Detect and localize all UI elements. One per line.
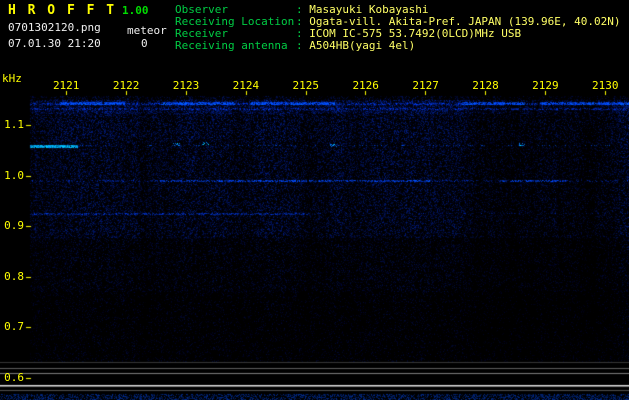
y-tick-label: 0.9 bbox=[4, 219, 24, 233]
y-axis-unit-label: kHz bbox=[2, 72, 22, 85]
y-tick-label: 1.1 bbox=[4, 118, 24, 131]
x-tick-label: 2123 bbox=[172, 79, 200, 92]
x-tick-label: 2122 bbox=[112, 79, 140, 92]
hrofft-window: H R O F F T 1.00 0701302120.png meteor 0… bbox=[0, 0, 629, 400]
y-tick-label: 0.6 bbox=[4, 371, 24, 384]
meteor-counter-value: 0 bbox=[141, 37, 148, 50]
info-label: Receiving antenna bbox=[175, 39, 288, 52]
y-tick-label: 0.8 bbox=[4, 269, 24, 283]
spectrogram-canvas bbox=[0, 70, 629, 400]
info-row-receiving-antenna: Receiving antenna: A504HB(yagi 4el) bbox=[175, 40, 621, 52]
timestamp: 07.01.30 21:20 bbox=[8, 37, 101, 50]
x-tick-label: 2129 bbox=[532, 79, 559, 92]
app-version: 1.00 bbox=[122, 4, 149, 17]
x-tick-label: 2127 bbox=[412, 79, 439, 92]
x-tick-label: 2124 bbox=[232, 79, 260, 92]
app-title: H R O F F T bbox=[8, 3, 117, 18]
x-tick-label: 2130 bbox=[592, 79, 619, 92]
x-tick-label: 2125 bbox=[292, 79, 320, 92]
meteor-counter-label: meteor bbox=[127, 24, 167, 37]
y-tick-label: 1.0 bbox=[4, 168, 24, 182]
x-tick-label: 2128 bbox=[472, 79, 499, 92]
station-info: Observer: Masayuki Kobayashi Receiving Lo… bbox=[175, 4, 621, 52]
output-filename: 0701302120.png bbox=[8, 21, 101, 34]
info-value: A504HB(yagi 4el) bbox=[309, 39, 416, 52]
info-colon: : bbox=[296, 39, 310, 52]
x-tick-label: 2121 bbox=[52, 79, 80, 92]
y-tick-label: 0.7 bbox=[4, 320, 24, 334]
x-tick-label: 2126 bbox=[352, 79, 379, 92]
